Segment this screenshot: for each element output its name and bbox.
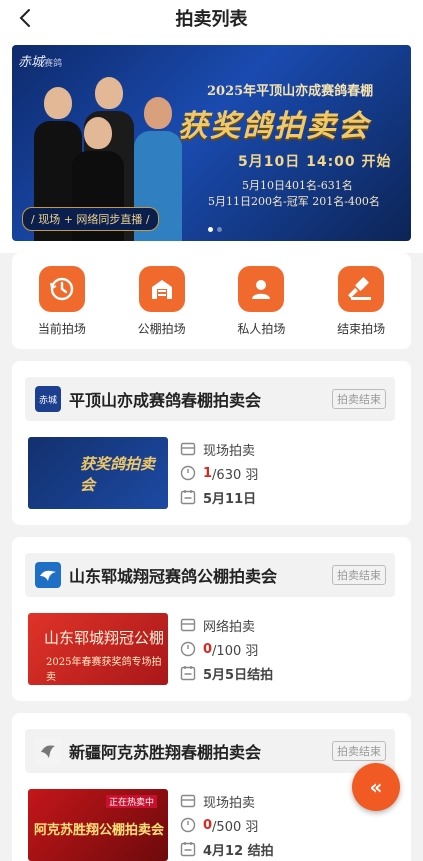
auction-logo xyxy=(35,738,61,764)
carousel-dots[interactable] xyxy=(208,227,222,232)
auction-name: 新疆阿克苏胜翔春棚拍卖会 xyxy=(69,743,262,762)
auction-thumbnail: 山东郓城翔冠公棚 2025年春赛获奖鸽专场拍卖 xyxy=(28,613,168,685)
total-count: /500 羽 xyxy=(212,819,259,835)
category-public[interactable]: 公棚拍场 xyxy=(122,265,202,337)
category-grid: 当前拍场 公棚拍场 私人拍场 结束拍场 xyxy=(12,253,411,349)
nav-bar: 拍卖列表 xyxy=(0,0,423,36)
quantity-icon xyxy=(180,641,196,657)
auction-card[interactable]: 山东郓城翔冠赛鸽公棚拍卖会 拍卖结束 山东郓城翔冠公棚 2025年春赛获奖鸽专场… xyxy=(12,537,411,701)
back-arrow-icon[interactable] xyxy=(14,6,38,30)
sold-count: 1 xyxy=(203,465,213,481)
auction-date: 5月11日 xyxy=(203,491,257,507)
category-label: 当前拍场 xyxy=(37,321,86,336)
category-current[interactable]: 当前拍场 xyxy=(22,265,102,337)
gavel-icon xyxy=(338,265,385,312)
auction-thumbnail: 正在热卖中 阿克苏胜翔公棚拍卖会 xyxy=(28,789,168,861)
banner-time: 5月10日 14:00 开始 xyxy=(238,154,392,170)
banner-brand-logo: 赤城赛鸽 xyxy=(18,55,63,70)
quantity-icon xyxy=(180,817,196,833)
category-ended[interactable]: 结束拍场 xyxy=(321,265,401,337)
status-badge: 拍卖结束 xyxy=(332,565,386,585)
auction-card-header: 新疆阿克苏胜翔春棚拍卖会 拍卖结束 xyxy=(25,729,395,773)
auction-date: 4月12 结拍 xyxy=(203,843,274,859)
category-label: 私人拍场 xyxy=(237,321,286,336)
banner-section: 赤城赛鸽 2025年平顶山亦成赛鸽春棚 获奖鸽拍卖会 5月10日 14:00 开… xyxy=(0,36,423,253)
history-clock-icon xyxy=(38,265,85,312)
promo-banner[interactable]: 赤城赛鸽 2025年平顶山亦成赛鸽春棚 获奖鸽拍卖会 5月10日 14:00 开… xyxy=(12,45,411,241)
auction-date: 5月5日结拍 xyxy=(203,667,274,683)
page-title: 拍卖列表 xyxy=(175,9,248,30)
double-chevron-left-icon: « xyxy=(369,775,383,799)
category-label: 公棚拍场 xyxy=(137,321,186,336)
banner-title: 获奖鸽拍卖会 xyxy=(178,109,370,144)
auction-type: 网络拍卖 xyxy=(203,619,256,635)
auction-info: 现场拍卖 1/630 羽 5月11日 xyxy=(180,437,258,509)
auction-card-header: 赤城 平顶山亦成赛鸽春棚拍卖会 拍卖结束 xyxy=(25,377,395,421)
category-label: 结束拍场 xyxy=(337,321,386,336)
auction-type-icon xyxy=(180,442,196,456)
calendar-icon xyxy=(180,842,196,857)
calendar-icon xyxy=(180,666,196,681)
auction-info: 现场拍卖 0/500 羽 4月12 结拍 xyxy=(180,789,274,861)
person-icon xyxy=(238,265,285,312)
category-private[interactable]: 私人拍场 xyxy=(221,265,301,337)
banner-line-1: 5月10日401名-631名 xyxy=(242,179,353,192)
auction-type: 现场拍卖 xyxy=(203,795,256,811)
auction-name: 山东郓城翔冠赛鸽公棚拍卖会 xyxy=(69,567,278,586)
auction-type: 现场拍卖 xyxy=(203,443,256,459)
auction-info: 网络拍卖 0/100 羽 5月5日结拍 xyxy=(180,613,273,685)
collapse-fab-button[interactable]: « xyxy=(352,763,400,811)
sold-count: 0 xyxy=(203,817,213,833)
banner-line-2: 5月11日200名-冠军 201名-400名 xyxy=(208,195,380,208)
auction-logo: 赤城 xyxy=(35,386,61,412)
banner-live-badge: / 现场 + 网络同步直播 / xyxy=(22,207,159,231)
auction-thumbnail: 获奖鸽拍卖会 xyxy=(28,437,168,509)
total-count: /630 羽 xyxy=(212,467,259,483)
status-badge: 拍卖结束 xyxy=(332,389,386,409)
quantity-icon xyxy=(180,465,196,481)
sold-count: 0 xyxy=(203,641,213,657)
status-badge: 拍卖结束 xyxy=(332,741,386,761)
auction-logo xyxy=(35,562,61,588)
auction-card-header: 山东郓城翔冠赛鸽公棚拍卖会 拍卖结束 xyxy=(25,553,395,597)
auction-type-icon xyxy=(180,794,196,808)
building-icon xyxy=(138,265,185,312)
total-count: /100 羽 xyxy=(212,643,259,659)
calendar-icon xyxy=(180,490,196,505)
auction-card[interactable]: 赤城 平顶山亦成赛鸽春棚拍卖会 拍卖结束 获奖鸽拍卖会 现场拍卖 1/630 羽… xyxy=(12,361,411,525)
auction-name: 平顶山亦成赛鸽春棚拍卖会 xyxy=(69,391,262,410)
auction-type-icon xyxy=(180,618,196,632)
banner-subtitle: 2025年平顶山亦成赛鸽春棚 xyxy=(207,84,374,99)
